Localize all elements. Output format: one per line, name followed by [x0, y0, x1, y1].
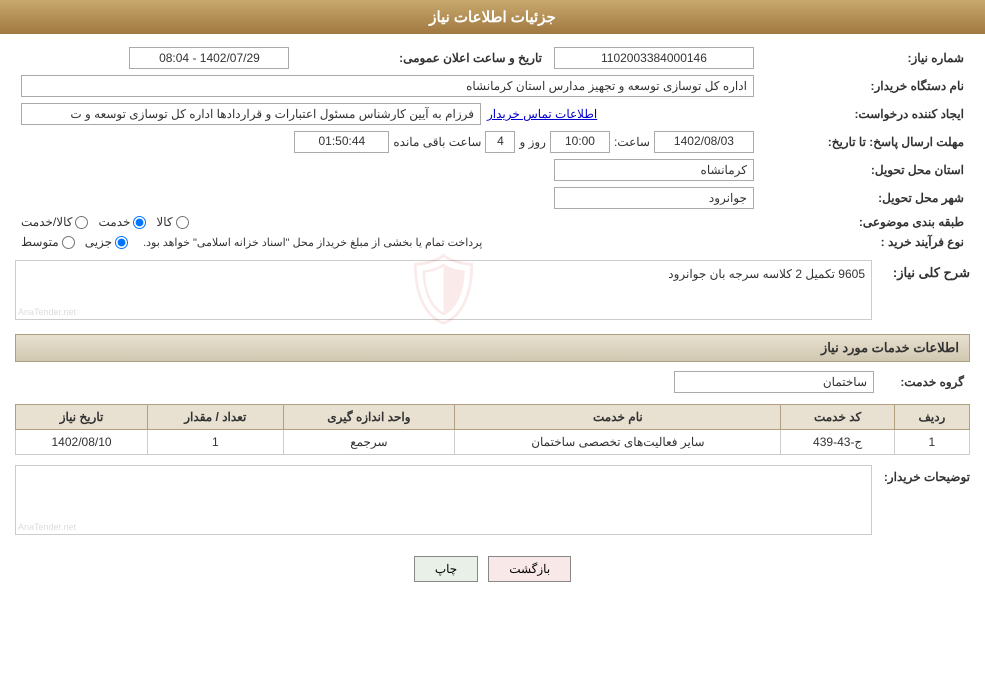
- sharh-label: شرح کلی نیاز:: [880, 260, 970, 286]
- col-name: نام خدمت: [455, 405, 781, 430]
- ostan-label: استان محل تحویل:: [760, 156, 970, 184]
- saat-label: ساعت:: [614, 135, 650, 149]
- rooz-value: 4: [485, 131, 515, 153]
- cell-name_khedmat: سایر فعالیت‌های تخصصی ساختمان: [455, 430, 781, 455]
- group-label: گروه خدمت:: [880, 368, 970, 396]
- date-value: 1402/08/03: [654, 131, 754, 153]
- tashkil-label: تاریخ و ساعت اعلان عمومی:: [295, 44, 547, 72]
- shahr-value: جوانرود: [554, 187, 754, 209]
- cell-vahed: سرجمع: [283, 430, 455, 455]
- back-button[interactable]: بازگشت: [488, 556, 571, 582]
- ijad-konande-label: ایجاد کننده درخواست:: [760, 100, 970, 128]
- nam-dastgah-value: اداره کل توسازی توسعه و تجهیز مدارس استا…: [21, 75, 754, 97]
- col-code: کد خدمت: [781, 405, 894, 430]
- ijad-konande-value: فرزام به آیین کارشناس مسئول اعتبارات و ق…: [21, 103, 481, 125]
- group-value: ساختمان: [674, 371, 874, 393]
- radio-kala[interactable]: کالا: [156, 215, 188, 229]
- rooz-label: روز و: [519, 135, 546, 149]
- mohlet-label: مهلت ارسال پاسخ: تا تاریخ:: [760, 128, 970, 156]
- cell-radif: 1: [894, 430, 969, 455]
- tashkil-value: 1402/07/29 - 08:04: [129, 47, 289, 69]
- cell-tarikh: 1402/08/10: [16, 430, 148, 455]
- button-group: بازگشت چاپ: [15, 556, 970, 582]
- page-header: جزئیات اطلاعات نیاز: [0, 0, 985, 34]
- services-table: ردیف کد خدمت نام خدمت واحد اندازه گیری ت…: [15, 404, 970, 455]
- noe-farayand-label: نوع فرآیند خرید :: [760, 232, 970, 252]
- watermark-text2: AnaTender.net: [18, 522, 76, 532]
- col-tarikh: تاریخ نیاز: [16, 405, 148, 430]
- radio-khedmat[interactable]: خدمت: [98, 215, 146, 229]
- shomara-niaz-label: شماره نیاز:: [760, 44, 970, 72]
- sharh-value: 9605 تکمیل 2 کلاسه سرجه بان جوانرود: [668, 267, 865, 281]
- watermark-text: AnaTender.net: [18, 307, 76, 317]
- cell-code_khedmat: ج-43-439: [781, 430, 894, 455]
- col-vahed: واحد اندازه گیری: [283, 405, 455, 430]
- radio-motavasset[interactable]: متوسط: [21, 235, 75, 249]
- contact-info-link[interactable]: اطلاعات تماس خریدار: [487, 107, 597, 121]
- purchase-note: پرداخت تمام یا بخشی از مبلغ خریداز محل "…: [143, 236, 482, 249]
- nam-dastgah-label: نام دستگاه خریدار:: [760, 72, 970, 100]
- table-row: 1ج-43-439سایر فعالیت‌های تخصصی ساختمانسر…: [16, 430, 970, 455]
- col-tedad: تعداد / مقدار: [148, 405, 283, 430]
- baqi-mande-label: ساعت باقی مانده: [393, 135, 481, 149]
- shomara-niaz-value: 1102003384000146: [554, 47, 754, 69]
- radio-jozii[interactable]: جزیی: [85, 235, 128, 249]
- baqi-mande-value: 01:50:44: [294, 131, 389, 153]
- col-radif: ردیف: [894, 405, 969, 430]
- shahr-label: شهر محل تحویل:: [760, 184, 970, 212]
- radio-kala-khedmat[interactable]: کالا/خدمت: [21, 215, 88, 229]
- page-title: جزئیات اطلاعات نیاز: [429, 9, 556, 26]
- saat-value: 10:00: [550, 131, 610, 153]
- ostan-value: کرمانشاه: [554, 159, 754, 181]
- services-section-title: اطلاعات خدمات مورد نیاز: [15, 334, 970, 362]
- print-button[interactable]: چاپ: [414, 556, 478, 582]
- tozih-label: توضیحات خریدار:: [880, 465, 970, 484]
- tabaqe-label: طبقه بندی موضوعی:: [760, 212, 970, 232]
- cell-tedad: 1: [148, 430, 283, 455]
